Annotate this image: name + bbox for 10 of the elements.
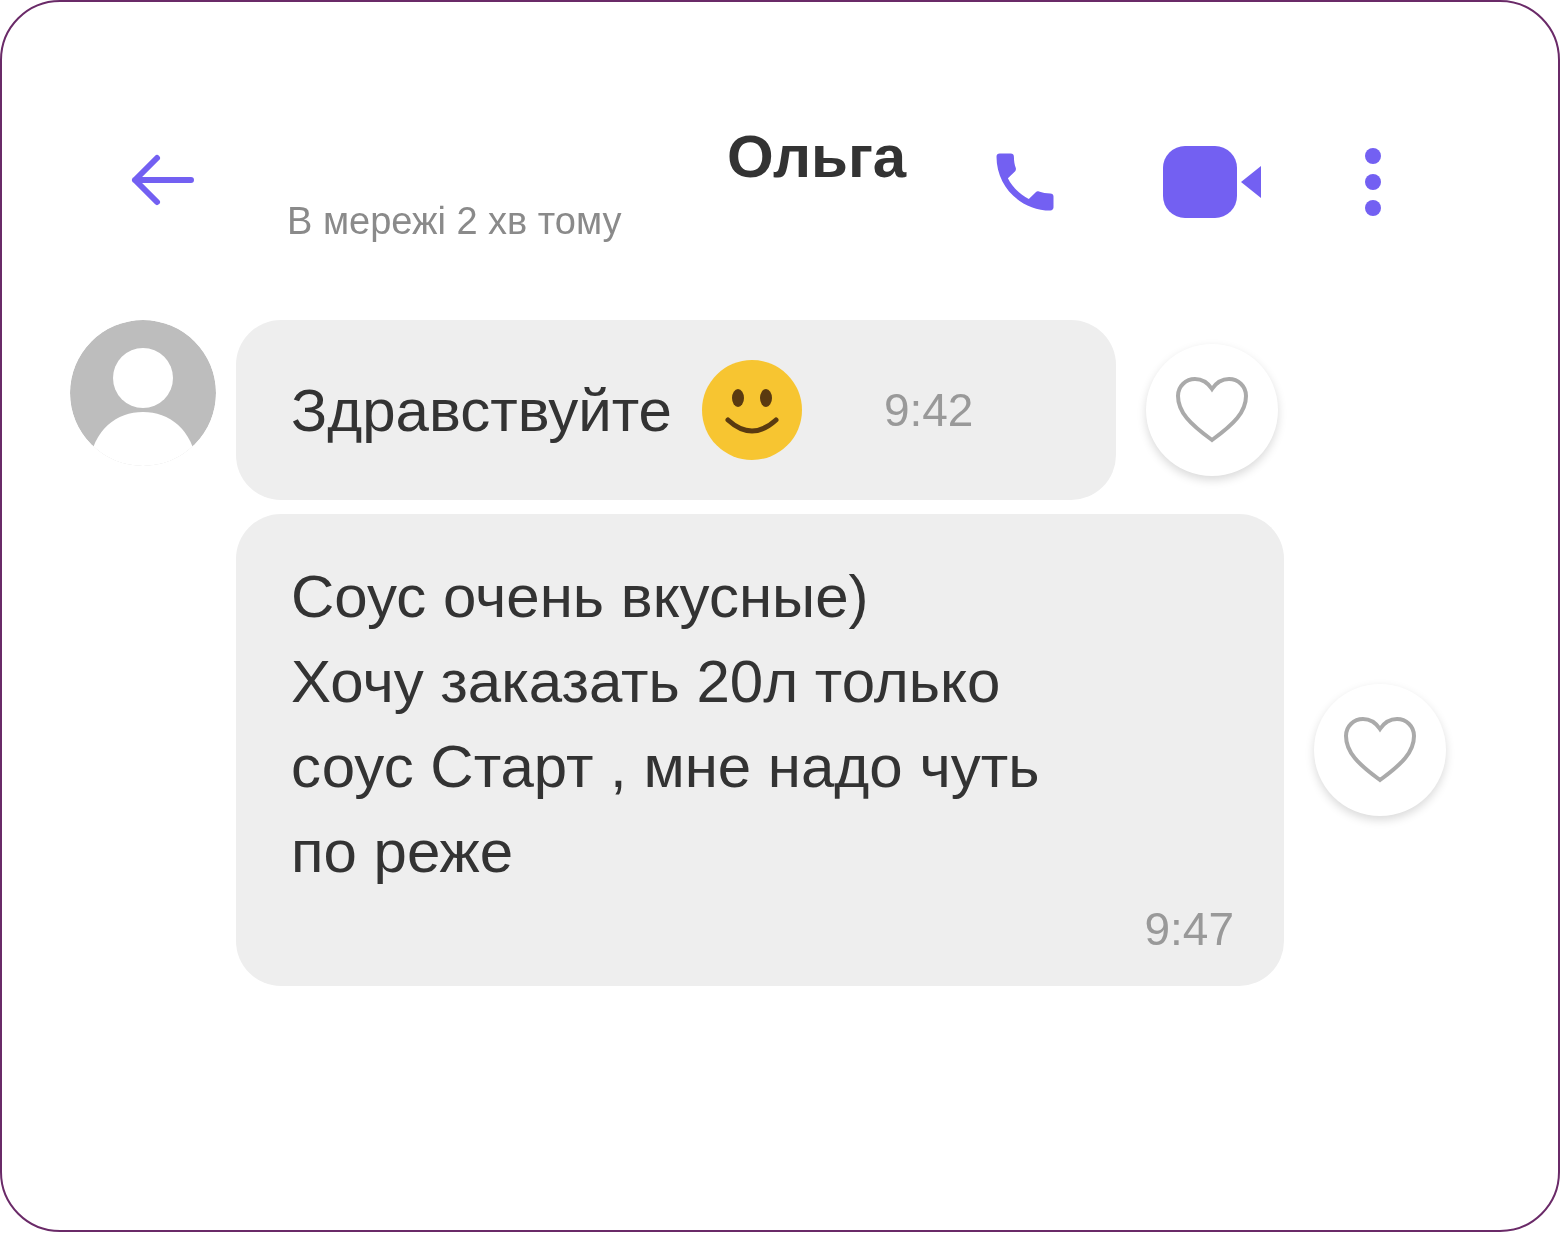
contact-name: Ольга (727, 122, 908, 192)
message-text: Соус очень вкусные) Хочу заказать 20л только соус Старт , мне надо чуть по реже (291, 562, 1040, 887)
smiley-icon (699, 358, 804, 462)
message-time: 9:47 (1143, 902, 1234, 956)
message-time: 9:42 (882, 383, 974, 437)
message-text: Здравствуйте (291, 375, 672, 446)
status-text: В мережі 2 хв тому (287, 200, 623, 243)
heart-icon (1342, 716, 1418, 784)
more-menu-icon[interactable] (1363, 147, 1383, 217)
heart-icon (1174, 376, 1250, 444)
